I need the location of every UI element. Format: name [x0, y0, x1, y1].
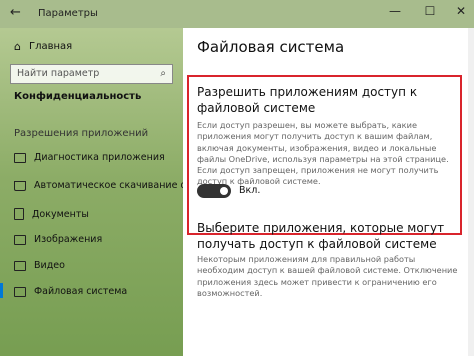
sidebar-item-video[interactable]: Видео	[14, 260, 65, 271]
document-icon	[14, 208, 24, 220]
sidebar-item-label: Файловая система	[34, 286, 128, 297]
scrollbar[interactable]	[468, 28, 474, 356]
download-icon	[14, 180, 26, 191]
search-placeholder: Найти параметр	[17, 68, 100, 79]
search-icon: ⌕	[160, 68, 166, 79]
diagnostics-icon	[14, 152, 26, 163]
sidebar-item-images[interactable]: Изображения	[14, 234, 102, 245]
home-icon: ⌂	[14, 40, 21, 53]
back-arrow-icon[interactable]: ←	[10, 5, 21, 20]
search-input[interactable]: Найти параметр ⌕	[10, 64, 173, 84]
sidebar-item-home[interactable]: ⌂ Главная	[14, 40, 72, 53]
sidebar-item-label: Диагностика приложения	[34, 152, 165, 163]
home-label: Главная	[28, 41, 73, 52]
choose-apps-heading: Выберите приложения, которые могут получ…	[197, 221, 445, 251]
file-system-icon	[14, 286, 26, 297]
image-icon	[14, 234, 26, 245]
window-title: Параметры	[38, 8, 98, 19]
video-icon	[14, 260, 26, 271]
sidebar-item-label: Изображения	[34, 234, 103, 245]
sidebar-item-label: Документы	[32, 208, 89, 220]
group-label: Разрешения приложений	[14, 128, 149, 139]
sidebar-item-label: Видео	[34, 260, 65, 271]
minimize-button[interactable]: —	[386, 4, 404, 18]
main-content: Файловая система Разрешить приложениям д…	[183, 28, 474, 356]
toggle-knob	[220, 187, 228, 195]
toggle-state-label: Вкл.	[239, 185, 261, 196]
settings-window: ← Параметры — ☐ ✕ ⌂ Главная Найти параме…	[0, 0, 474, 356]
sidebar-item-file-system[interactable]: Файловая система	[0, 283, 128, 298]
sidebar: ⌂ Главная Найти параметр ⌕ Конфиденциаль…	[0, 28, 218, 356]
sidebar-item-documents[interactable]: Документы	[14, 208, 89, 220]
choose-apps-description: Некоторым приложениям для правильной раб…	[197, 254, 458, 298]
page-title: Файловая система	[197, 38, 345, 56]
maximize-button[interactable]: ☐	[421, 4, 439, 18]
close-button[interactable]: ✕	[452, 4, 470, 18]
section-title: Конфиденциальность	[14, 91, 142, 102]
access-toggle[interactable]	[197, 184, 231, 198]
sidebar-item-diagnostics[interactable]: Диагностика приложения	[14, 152, 165, 163]
access-description: Если доступ разрешен, вы можете выбрать,…	[197, 120, 449, 187]
access-heading: Разрешить приложениям доступ к файловой …	[197, 85, 418, 115]
title-bar: ← Параметры — ☐ ✕	[0, 0, 474, 28]
